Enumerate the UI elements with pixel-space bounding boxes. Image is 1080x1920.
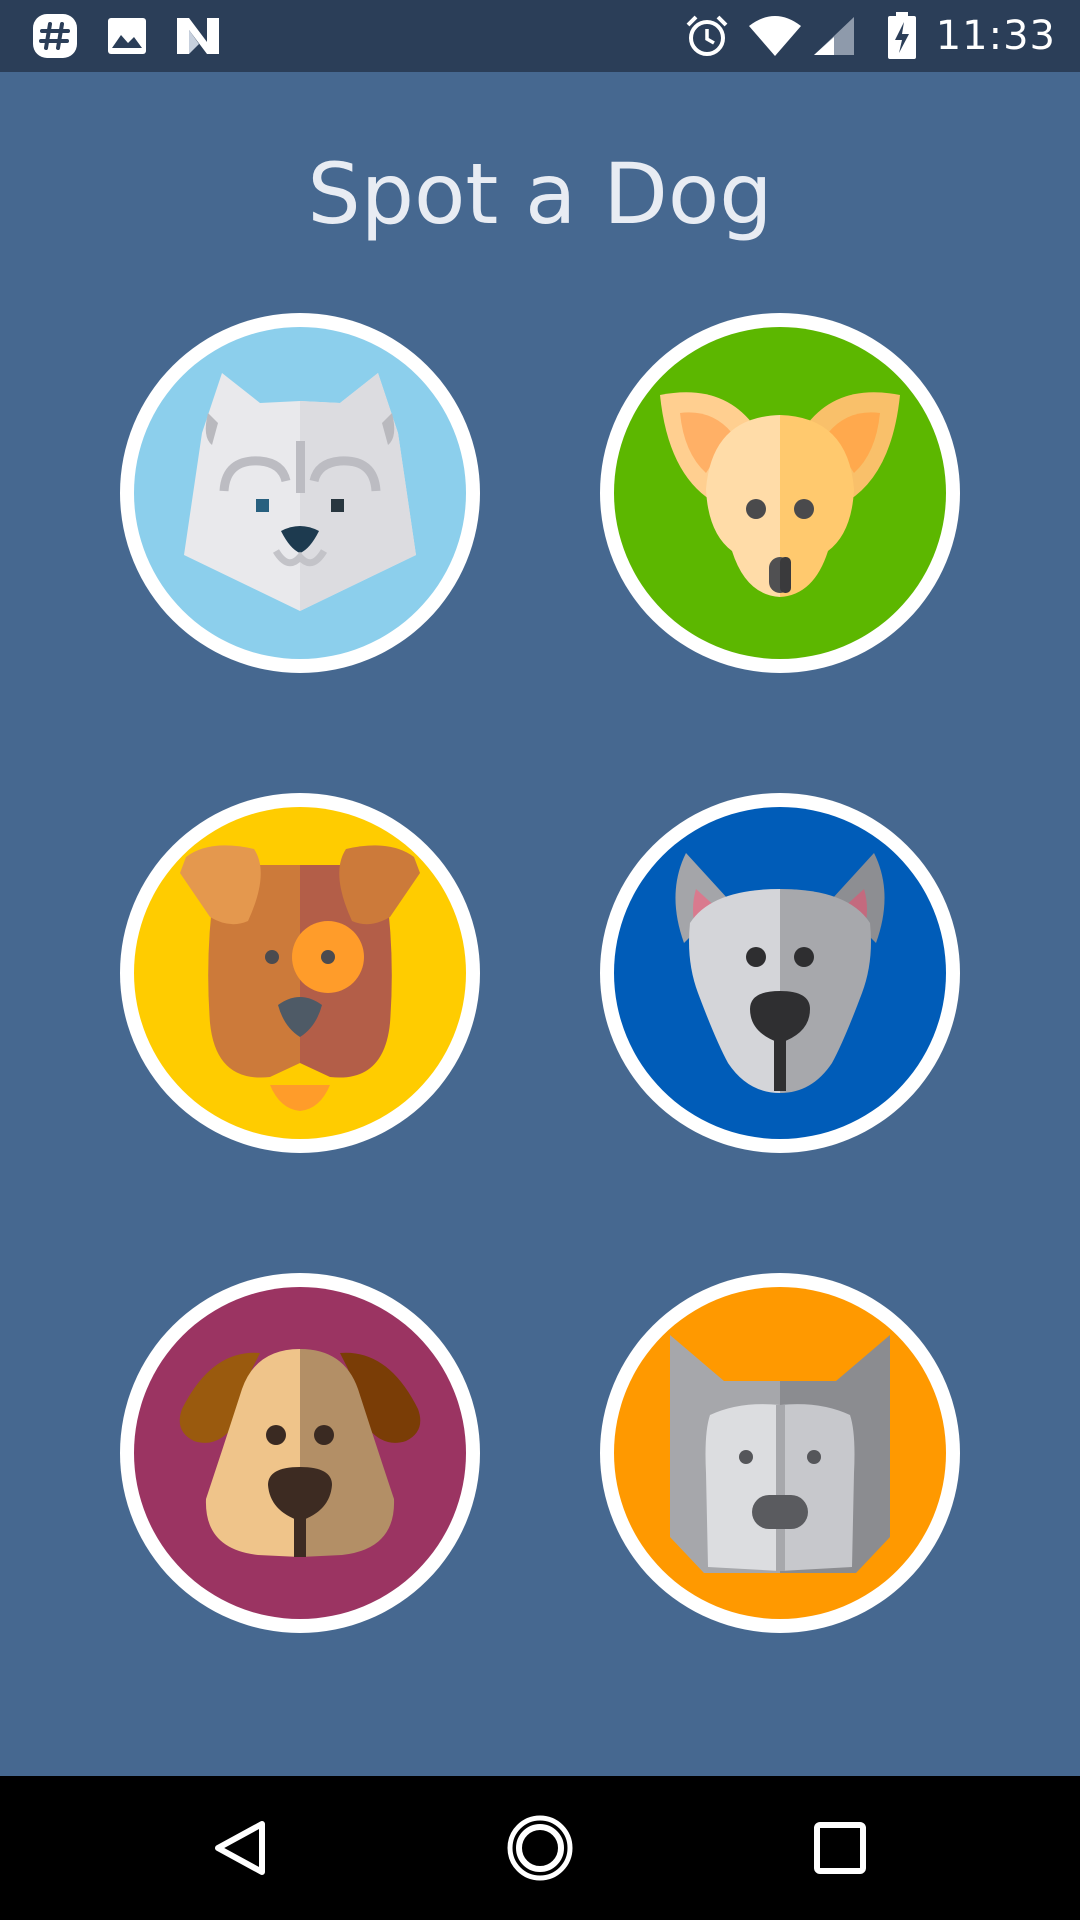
- status-bar: 11:33: [0, 0, 1080, 72]
- back-icon[interactable]: [160, 1776, 320, 1920]
- dog-button-grey-wolf-dog[interactable]: [600, 1273, 960, 1633]
- n-logo-icon: [174, 0, 222, 72]
- white-husky-icon: [134, 327, 466, 659]
- chihuahua-icon: [614, 327, 946, 659]
- recents-icon[interactable]: [760, 1776, 920, 1920]
- grey-pitbull-icon: [614, 807, 946, 1139]
- dog-button-white-husky[interactable]: [120, 313, 480, 673]
- dog-button-chihuahua[interactable]: [600, 313, 960, 673]
- brown-terrier-icon: [134, 807, 466, 1139]
- slack-icon: [28, 0, 82, 72]
- home-icon[interactable]: [460, 1776, 620, 1920]
- grey-wolf-dog-icon: [614, 1287, 946, 1619]
- alarm-icon: [682, 0, 732, 72]
- battery-charging-icon: [884, 0, 920, 72]
- dog-button-floppy-ear-dog[interactable]: [120, 1273, 480, 1633]
- clock: 11:33: [935, 13, 1056, 59]
- dog-button-grey-pitbull[interactable]: [600, 793, 960, 1153]
- wifi-icon: [746, 0, 804, 72]
- navigation-bar: [0, 1776, 1080, 1920]
- image-icon: [104, 0, 150, 72]
- signal-icon: [810, 0, 858, 72]
- dog-button-brown-terrier[interactable]: [120, 793, 480, 1153]
- page-title: Spot a Dog: [307, 145, 773, 243]
- floppy-ear-dog-icon: [134, 1287, 466, 1619]
